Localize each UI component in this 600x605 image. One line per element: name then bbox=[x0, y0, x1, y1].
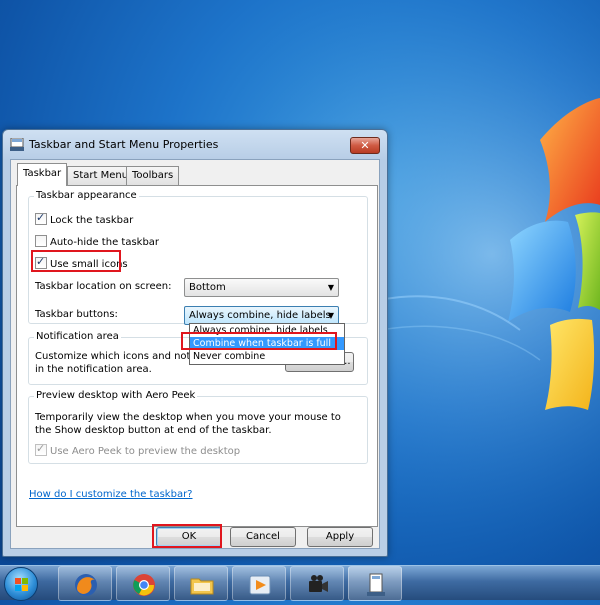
lock-taskbar-label: Lock the taskbar bbox=[50, 215, 134, 226]
media-player-icon bbox=[249, 575, 271, 595]
highlight-ok-button bbox=[152, 524, 222, 548]
apply-button[interactable]: Apply bbox=[307, 527, 373, 547]
taskbar-firefox[interactable] bbox=[58, 566, 112, 601]
location-select[interactable]: Bottom ▼ bbox=[184, 278, 339, 297]
title-bar[interactable]: Taskbar and Start Menu Properties ✕ bbox=[3, 130, 387, 158]
taskbar-buttons-value: Always combine, hide labels bbox=[189, 310, 331, 321]
close-button[interactable]: ✕ bbox=[350, 137, 380, 154]
aero-peek-title: Preview desktop with Aero Peek bbox=[34, 390, 198, 401]
aero-peek-description: Temporarily view the desktop when you mo… bbox=[35, 412, 341, 436]
windows-taskbar bbox=[0, 565, 600, 601]
dropdown-option-never-combine[interactable]: Never combine bbox=[190, 350, 344, 363]
help-link[interactable]: How do I customize the taskbar? bbox=[29, 489, 193, 500]
taskbar-properties-icon bbox=[10, 137, 24, 151]
autohide-taskbar-label: Auto-hide the taskbar bbox=[50, 237, 160, 248]
location-label: Taskbar location on screen: bbox=[35, 281, 172, 292]
lock-taskbar-row[interactable]: ✓ Lock the taskbar bbox=[35, 211, 134, 227]
taskbar-media-player[interactable] bbox=[232, 566, 286, 601]
location-value: Bottom bbox=[189, 282, 226, 293]
lock-taskbar-checkbox[interactable]: ✓ bbox=[35, 211, 47, 225]
taskbar-appearance-title: Taskbar appearance bbox=[34, 190, 139, 201]
autohide-taskbar-row[interactable]: Auto-hide the taskbar bbox=[35, 235, 159, 249]
chevron-down-icon: ▼ bbox=[327, 283, 334, 292]
camcorder-icon bbox=[309, 575, 328, 592]
taskbar-properties-icon bbox=[367, 573, 385, 596]
taskbar-explorer[interactable] bbox=[174, 566, 228, 601]
taskbar-chrome[interactable] bbox=[116, 566, 170, 601]
chevron-down-icon: ▼ bbox=[327, 311, 334, 320]
start-button[interactable] bbox=[4, 567, 38, 601]
aero-peek-checkbox: ✓ bbox=[35, 442, 47, 456]
tab-toolbars[interactable]: Toolbars bbox=[126, 166, 180, 185]
tab-start-menu[interactable]: Start Menu bbox=[67, 166, 135, 185]
chrome-icon bbox=[133, 574, 155, 596]
dialog-client-area: Taskbar Start Menu Toolbars Taskbar appe… bbox=[10, 159, 380, 549]
cancel-button[interactable]: Cancel bbox=[230, 527, 296, 547]
window-title: Taskbar and Start Menu Properties bbox=[29, 138, 219, 151]
check-mark-icon: ✓ bbox=[36, 211, 46, 224]
aero-peek-row: ✓ Use Aero Peek to preview the desktop bbox=[35, 442, 241, 458]
check-mark-icon: ✓ bbox=[36, 442, 46, 455]
folder-icon bbox=[190, 578, 214, 595]
highlight-small-icons bbox=[31, 250, 121, 272]
firefox-icon bbox=[75, 574, 97, 596]
highlight-combine-option bbox=[181, 332, 337, 350]
taskbar-buttons-label: Taskbar buttons: bbox=[35, 309, 118, 320]
windows-logo-icon bbox=[15, 578, 28, 591]
aero-peek-group: Preview desktop with Aero Peek Temporari… bbox=[28, 390, 368, 464]
notification-area-title: Notification area bbox=[34, 331, 121, 342]
autohide-taskbar-checkbox[interactable] bbox=[35, 235, 47, 247]
tab-taskbar[interactable]: Taskbar bbox=[17, 163, 68, 186]
aero-peek-label: Use Aero Peek to preview the desktop bbox=[50, 446, 241, 457]
taskbar-properties-window[interactable] bbox=[348, 566, 402, 601]
taskbar-video-app[interactable] bbox=[290, 566, 344, 601]
